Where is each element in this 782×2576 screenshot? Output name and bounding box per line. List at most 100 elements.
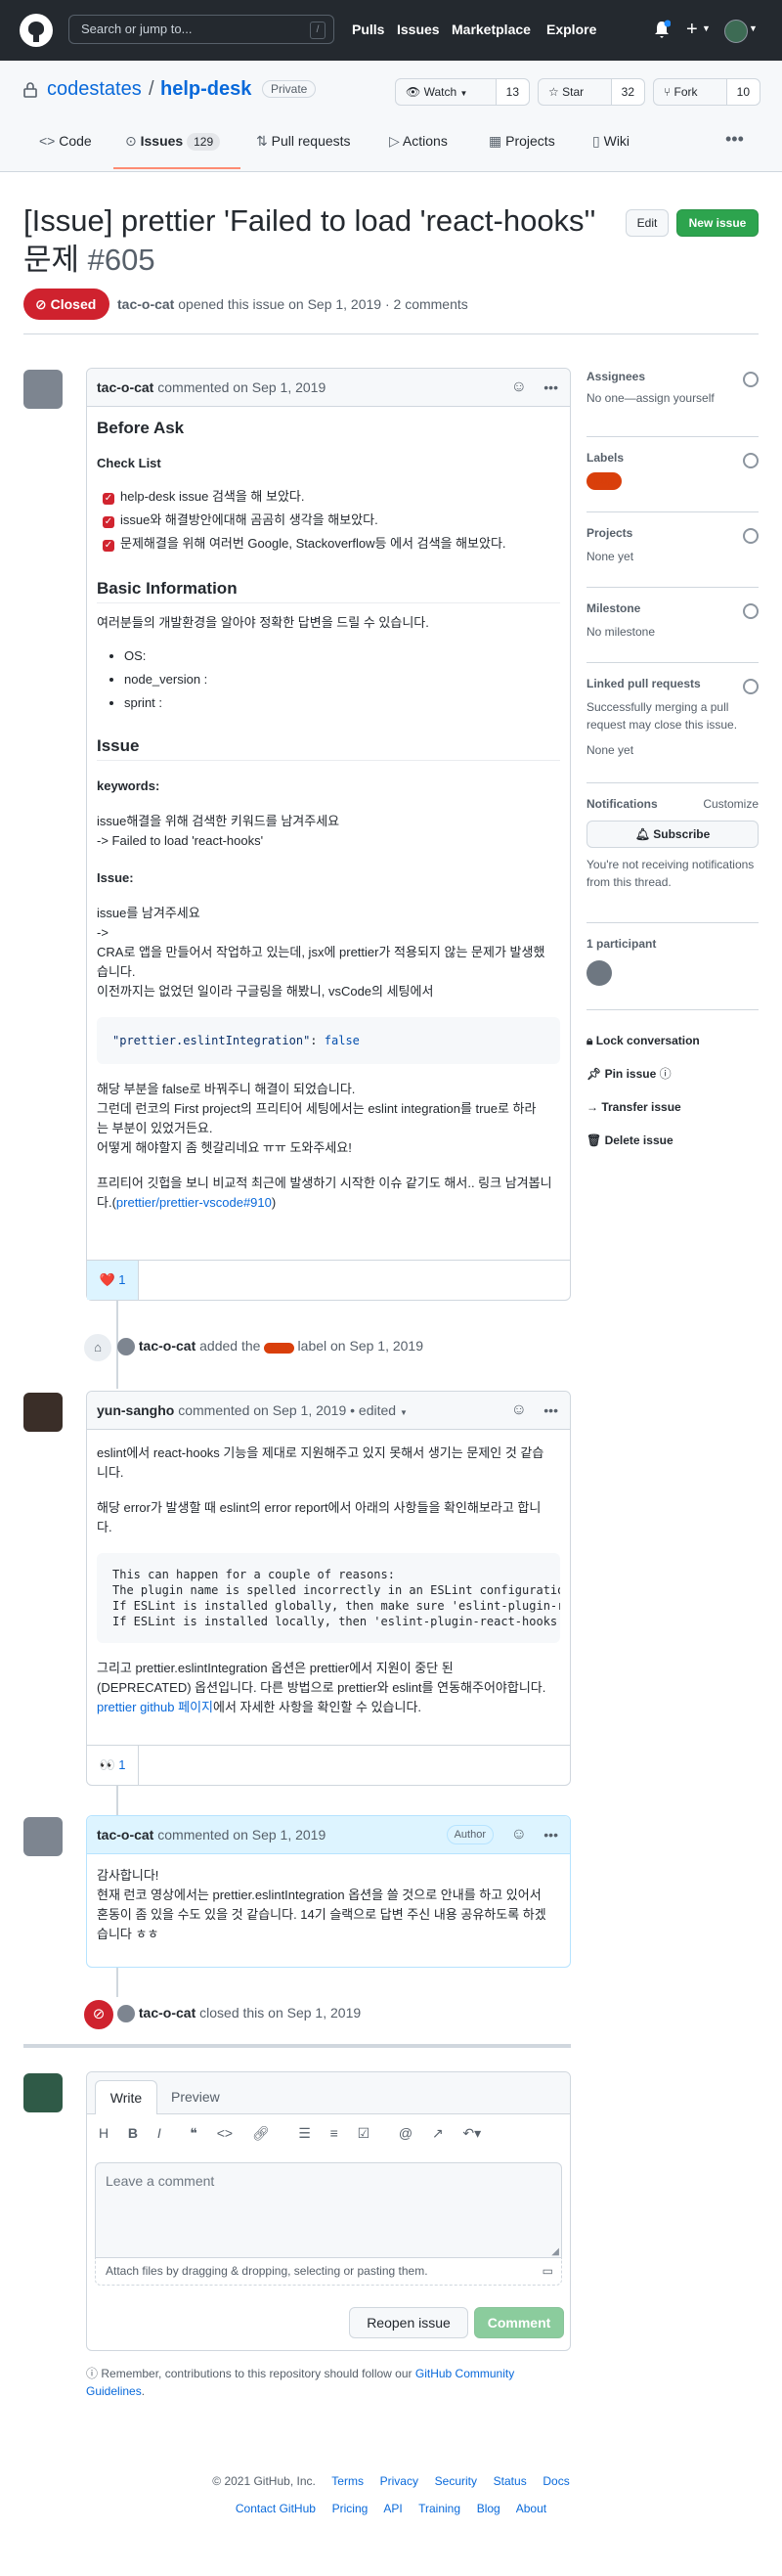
kebab-icon[interactable]: ••• — [543, 1392, 558, 1429]
event-author[interactable]: tac-o-cat — [139, 2005, 196, 2021]
tab-write[interactable]: Write — [95, 2080, 157, 2114]
pin-issue-link[interactable]: 📌︎ Pin issue ⓘ — [586, 1057, 759, 1090]
label-bug[interactable]: bug — [586, 472, 623, 490]
tab-projects[interactable]: ▦ Projects — [489, 133, 555, 150]
resize-handle-icon[interactable]: ◢ — [551, 2246, 559, 2257]
checkbox-checked[interactable]: ✓ — [103, 516, 114, 528]
author-avatar[interactable] — [23, 1817, 63, 1856]
info-icon[interactable]: ⓘ — [660, 1067, 672, 1081]
reaction-heart[interactable]: ❤️ 1 — [87, 1261, 139, 1300]
issue-author-link[interactable]: tac-o-cat — [117, 296, 174, 312]
search-input[interactable]: Search or jump to... / — [68, 15, 334, 44]
watch-count[interactable]: 13 — [495, 79, 529, 105]
nav-issues[interactable]: Issues — [397, 22, 440, 37]
edit-button[interactable]: Edit — [626, 209, 669, 237]
comment-author[interactable]: tac-o-cat — [97, 1827, 153, 1843]
tab-code[interactable]: <> Code — [39, 133, 92, 149]
transfer-issue-link[interactable]: → Transfer issue — [586, 1090, 759, 1124]
caret-down-icon[interactable]: ▼ — [749, 23, 758, 33]
watch-button[interactable]: 👁 Watch ▼ 13 — [395, 78, 530, 106]
star-count[interactable]: 32 — [610, 79, 644, 105]
comment-meta[interactable]: commented on Sep 1, 2019 — [157, 379, 326, 395]
event-avatar[interactable] — [117, 2005, 135, 2023]
comment-author[interactable]: yun-sangho — [97, 1402, 174, 1418]
smiley-icon[interactable]: ☺ — [511, 369, 527, 406]
numbered-list-icon[interactable]: ≡ — [330, 2125, 338, 2141]
delete-issue-link[interactable]: 🗑︎ Delete issue — [586, 1124, 759, 1157]
footer-link-security[interactable]: Security — [435, 2474, 477, 2488]
gear-icon[interactable] — [743, 372, 759, 387]
reaction-eyes[interactable]: 👀 1 — [87, 1746, 139, 1785]
gear-icon[interactable] — [743, 679, 759, 694]
comment-author[interactable]: tac-o-cat — [97, 379, 153, 395]
subscribe-button[interactable]: 🔔︎ Subscribe — [586, 821, 759, 848]
footer-link-training[interactable]: Training — [418, 2502, 460, 2515]
assignees-value[interactable]: No one—assign yourself — [586, 391, 759, 405]
sidebar-projects[interactable]: Projects None yet — [586, 511, 759, 571]
repo-name-link[interactable]: help-desk — [160, 78, 251, 101]
heading-icon[interactable]: H — [99, 2125, 109, 2141]
sidebar-labels[interactable]: Labels bug — [586, 436, 759, 496]
markdown-icon[interactable]: ▭ — [543, 2258, 553, 2284]
tab-issues[interactable]: ⊙ Issues 129 — [125, 133, 221, 151]
bulleted-list-icon[interactable]: ☰ — [298, 2125, 311, 2141]
footer-link-about[interactable]: About — [516, 2502, 546, 2515]
community-guidelines-link[interactable]: Guidelines — [86, 2384, 142, 2398]
link-icon[interactable]: 🔗︎ — [252, 2125, 270, 2141]
bell-icon[interactable] — [653, 20, 671, 39]
label-bug[interactable]: bug — [264, 1343, 294, 1354]
code-block[interactable]: This can happen for a couple of reasons:… — [97, 1553, 560, 1643]
github-logo-icon[interactable] — [20, 14, 53, 47]
community-guidelines-link[interactable]: GitHub Community — [415, 2367, 514, 2380]
comment-textarea[interactable]: Leave a comment ◢ — [95, 2162, 562, 2258]
fork-button[interactable]: ⑂ Fork 10 — [653, 78, 760, 106]
nav-marketplace[interactable]: Marketplace — [452, 22, 531, 37]
repo-owner-link[interactable]: codestates — [47, 78, 142, 101]
tab-preview[interactable]: Preview — [171, 2080, 220, 2113]
footer-link-docs[interactable]: Docs — [543, 2474, 569, 2488]
gear-icon[interactable] — [743, 453, 759, 468]
new-issue-button[interactable]: New issue — [676, 209, 759, 237]
event-author[interactable]: tac-o-cat — [139, 1338, 196, 1354]
comment-meta[interactable]: commented on Sep 1, 2019 — [157, 1827, 326, 1843]
footer-link-privacy[interactable]: Privacy — [380, 2474, 418, 2488]
mention-icon[interactable]: @ — [399, 2125, 413, 2141]
star-button[interactable]: ☆ Star 32 — [538, 78, 645, 106]
sidebar-linked-prs[interactable]: Linked pull requests Successfully mergin… — [586, 662, 759, 771]
event-avatar[interactable] — [117, 1338, 135, 1356]
checkbox-checked[interactable]: ✓ — [103, 540, 114, 552]
comment-meta[interactable]: commented on Sep 1, 2019 — [178, 1402, 346, 1418]
tab-pull-requests[interactable]: ⇅ Pull requests — [256, 133, 351, 150]
code-icon[interactable]: <> — [217, 2125, 233, 2141]
footer-link-terms[interactable]: Terms — [331, 2474, 364, 2488]
tab-wiki[interactable]: ▯ Wiki — [592, 133, 630, 150]
issue-reference-link[interactable]: prettier/prettier-vscode#910 — [116, 1195, 272, 1210]
nav-explore[interactable]: Explore — [546, 22, 596, 37]
sidebar-milestone[interactable]: Milestone No milestone — [586, 587, 759, 646]
gear-icon[interactable] — [743, 603, 759, 619]
cross-reference-icon[interactable]: ↗ — [432, 2125, 444, 2141]
author-avatar[interactable] — [23, 1393, 63, 1432]
prettier-github-link[interactable]: prettier github 페이지 — [97, 1700, 213, 1714]
italic-icon[interactable]: I — [157, 2125, 161, 2141]
lock-conversation-link[interactable]: 🔒︎ Lock conversation — [586, 1024, 759, 1057]
footer-link-pricing[interactable]: Pricing — [332, 2502, 369, 2515]
sidebar-assignees[interactable]: Assignees No one—assign yourself — [586, 370, 759, 421]
kebab-icon[interactable]: ••• — [543, 1816, 558, 1853]
caret-down-icon[interactable]: ▼ — [400, 1408, 408, 1417]
footer-link-status[interactable]: Status — [494, 2474, 527, 2488]
gear-icon[interactable] — [743, 528, 759, 544]
footer-link-blog[interactable]: Blog — [477, 2502, 500, 2515]
quote-icon[interactable]: ❝ — [190, 2125, 197, 2141]
fork-count[interactable]: 10 — [725, 79, 760, 105]
participant-avatar[interactable] — [586, 960, 612, 986]
tab-actions[interactable]: ▷ Actions — [389, 133, 448, 150]
nav-pulls[interactable]: Pulls — [352, 22, 384, 37]
kebab-icon[interactable]: ••• — [543, 369, 558, 406]
task-list-icon[interactable]: ☑ — [358, 2125, 370, 2141]
attach-files-bar[interactable]: Attach files by dragging & dropping, sel… — [95, 2258, 562, 2286]
comment-button[interactable]: Comment — [474, 2307, 564, 2338]
caret-down-icon[interactable]: ▼ — [702, 23, 711, 33]
footer-link-api[interactable]: API — [383, 2502, 402, 2515]
reopen-issue-button[interactable]: Reopen issue — [349, 2307, 468, 2338]
